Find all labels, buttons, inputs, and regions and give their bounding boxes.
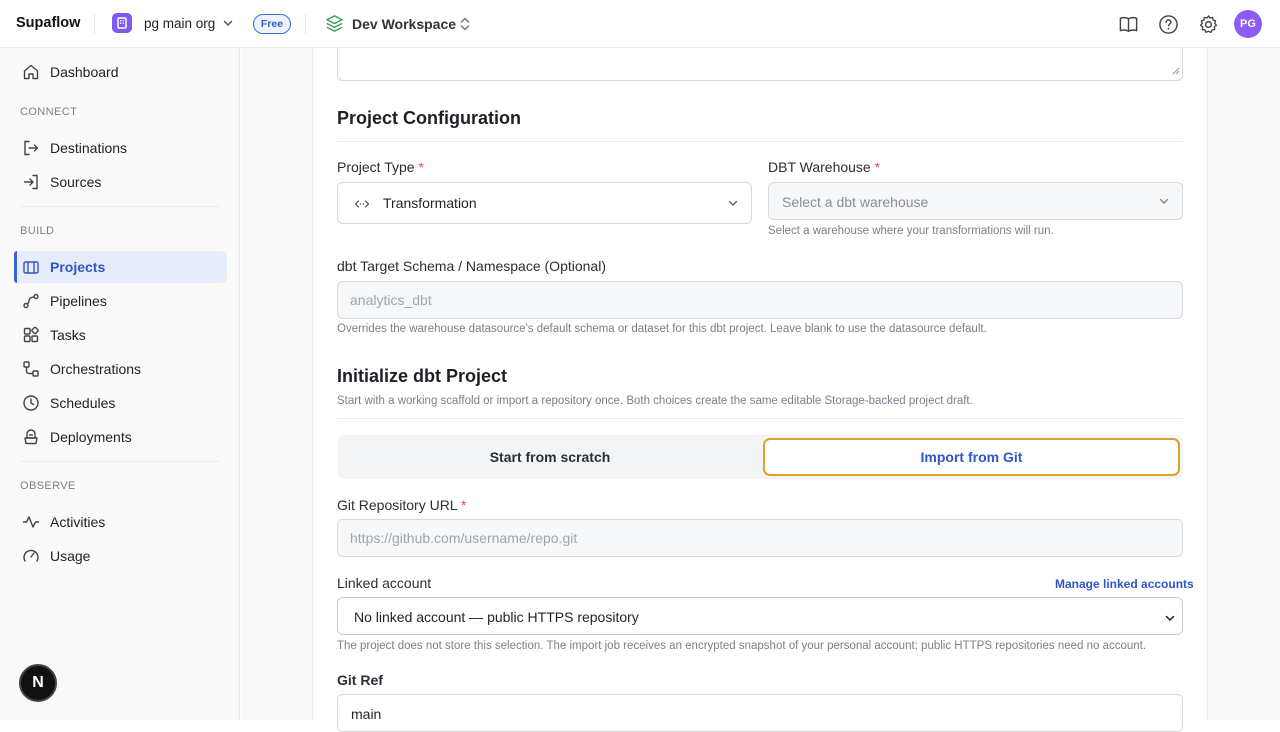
sidebar-item-label: Schedules: [50, 395, 116, 411]
manage-linked-accounts-link[interactable]: Manage linked accounts: [1055, 577, 1194, 591]
project-type-value: Transformation: [383, 195, 477, 211]
project-type-select[interactable]: Transformation: [337, 182, 752, 224]
sidebar-item-label: Destinations: [50, 140, 128, 156]
schema-help: Overrides the warehouse datasource's def…: [337, 323, 987, 335]
gauge-icon: [22, 547, 40, 565]
help-icon[interactable]: [1157, 13, 1179, 35]
clock-icon: [22, 394, 40, 412]
chevron-down-icon: [1164, 611, 1176, 627]
home-icon: [22, 63, 40, 81]
workspace-switcher[interactable]: Dev Workspace: [352, 16, 456, 32]
import-from-git-option[interactable]: Import from Git: [763, 438, 1180, 476]
git-ref-input[interactable]: main: [337, 694, 1183, 732]
sidebar-item-destinations[interactable]: Destinations: [14, 132, 227, 164]
warehouse-label: DBT Warehouse *: [768, 159, 881, 175]
chevron-down-icon[interactable]: [222, 16, 234, 32]
divider: [337, 418, 1183, 419]
divider: [337, 141, 1183, 142]
section-heading-init: Initialize dbt Project: [337, 366, 508, 386]
linked-account-label: Linked account: [337, 575, 432, 591]
sidebar-item-usage[interactable]: Usage: [14, 540, 227, 572]
sidebar-item-label: Tasks: [50, 327, 86, 343]
description-textarea[interactable]: [337, 48, 1183, 81]
tasks-icon: [22, 326, 40, 344]
start-from-scratch-option[interactable]: Start from scratch: [340, 438, 760, 476]
org-switcher[interactable]: pg main org: [144, 16, 215, 31]
git-url-label: Git Repository URL *: [337, 497, 467, 513]
sidebar-item-activities[interactable]: Activities: [14, 506, 227, 538]
section-heading-project-config: Project Configuration: [337, 108, 521, 128]
init-description: Start with a working scaffold or import …: [337, 395, 973, 407]
sidebar-item-projects[interactable]: Projects: [14, 251, 227, 283]
sidebar-item-dashboard[interactable]: Dashboard: [14, 56, 227, 88]
org-icon[interactable]: [112, 13, 132, 33]
chevron-down-icon: [1158, 194, 1170, 210]
project-type-label: Project Type *: [337, 159, 424, 175]
source-icon: [22, 173, 40, 191]
git-url-input[interactable]: [337, 519, 1183, 557]
projects-icon: [22, 258, 40, 276]
sidebar-item-label: Activities: [50, 514, 106, 530]
sidebar-item-label: Orchestrations: [50, 361, 142, 377]
git-ref-label: Git Ref: [337, 672, 383, 688]
sidebar-item-label: Sources: [50, 174, 102, 190]
warehouse-placeholder: Select a dbt warehouse: [782, 194, 929, 210]
sidebar-item-orchestrations[interactable]: Orchestrations: [14, 353, 227, 385]
sidebar-item-deployments[interactable]: Deployments: [14, 421, 227, 453]
sidebar-item-label: Dashboard: [50, 64, 119, 80]
schema-input[interactable]: [337, 281, 1183, 319]
sidebar: Dashboard CONNECT Destinations Sources B…: [0, 48, 240, 720]
divider: [94, 14, 95, 34]
layers-icon: [325, 14, 344, 36]
chevron-updown-icon[interactable]: [458, 15, 472, 36]
chevron-down-icon: [727, 196, 739, 212]
dev-tools-badge[interactable]: N: [19, 664, 57, 702]
sidebar-item-label: Deployments: [50, 429, 132, 445]
destination-icon: [22, 139, 40, 157]
deployments-icon: [22, 428, 40, 446]
section-build: BUILD: [20, 225, 55, 237]
sidebar-item-tasks[interactable]: Tasks: [14, 319, 227, 351]
linked-account-value: No linked account — public HTTPS reposit…: [354, 609, 639, 625]
schema-label: dbt Target Schema / Namespace (Optional): [337, 258, 606, 274]
gear-icon[interactable]: [1197, 13, 1219, 35]
sidebar-item-label: Projects: [50, 259, 106, 275]
plan-badge: Free: [253, 14, 291, 34]
orchestrations-icon: [22, 360, 40, 378]
resize-handle-icon[interactable]: [1172, 62, 1180, 78]
sidebar-item-pipelines[interactable]: Pipelines: [14, 285, 227, 317]
sidebar-item-sources[interactable]: Sources: [14, 166, 227, 198]
brand-logo[interactable]: Supaflow: [16, 15, 80, 31]
pipelines-icon: [22, 292, 40, 310]
top-bar: Supaflow pg main org Free Dev Workspace …: [0, 0, 1280, 48]
sidebar-item-label: Pipelines: [50, 293, 107, 309]
warehouse-select[interactable]: Select a dbt warehouse: [768, 182, 1183, 220]
divider: [305, 14, 306, 34]
sidebar-item-schedules[interactable]: Schedules: [14, 387, 227, 419]
sidebar-item-label: Usage: [50, 548, 91, 564]
warehouse-help: Select a warehouse where your transforma…: [768, 225, 1054, 237]
section-observe: OBSERVE: [20, 480, 76, 492]
linked-account-help: The project does not store this selectio…: [337, 640, 1147, 652]
code-arrows-icon: [354, 196, 370, 215]
divider: [20, 206, 220, 207]
section-connect: CONNECT: [20, 106, 78, 118]
activity-icon: [22, 513, 40, 531]
divider: [20, 461, 220, 462]
init-mode-toggle: Start from scratch Import from Git: [337, 435, 1183, 479]
book-icon[interactable]: [1117, 13, 1139, 35]
linked-account-select[interactable]: No linked account — public HTTPS reposit…: [337, 597, 1183, 635]
user-avatar[interactable]: PG: [1234, 10, 1262, 38]
